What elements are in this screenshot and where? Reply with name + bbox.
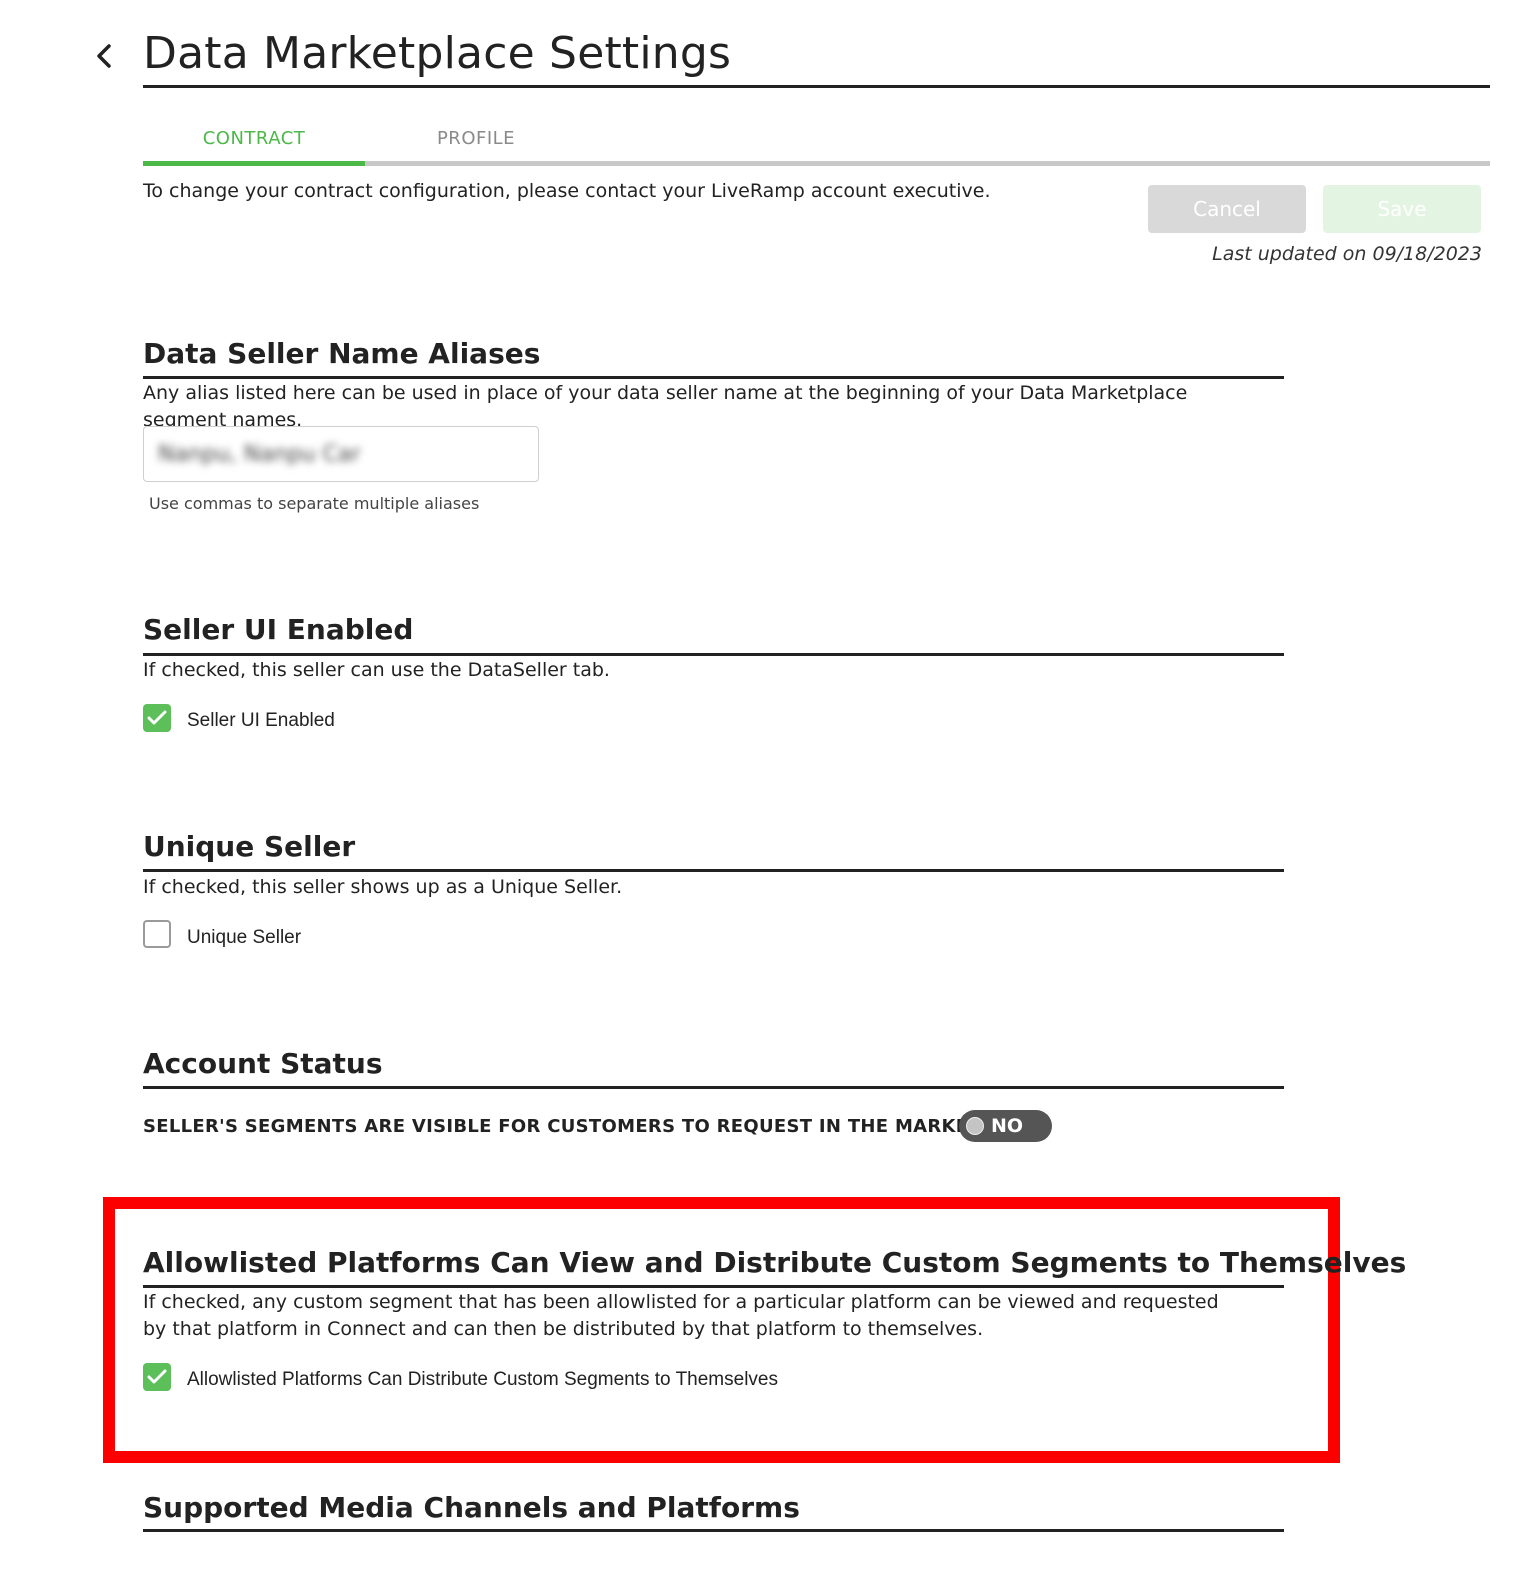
segments-visibility-label: SELLER'S SEGMENTS ARE VISIBLE FOR CUSTOM… bbox=[143, 1116, 1047, 1137]
seller-ui-section-divider bbox=[143, 653, 1284, 656]
unique-seller-checkbox[interactable] bbox=[143, 920, 171, 948]
unique-seller-description: If checked, this seller shows up as a Un… bbox=[143, 876, 623, 898]
contract-note: To change your contract configuration, p… bbox=[143, 180, 991, 202]
allowlisted-section-divider bbox=[143, 1285, 1284, 1288]
allowlisted-section-title: Allowlisted Platforms Can View and Distr… bbox=[143, 1246, 1407, 1279]
seller-ui-section-title: Seller UI Enabled bbox=[143, 613, 414, 646]
allowlisted-checkbox[interactable] bbox=[143, 1363, 171, 1391]
checkmark-icon bbox=[147, 710, 167, 725]
aliases-hint: Use commas to separate multiple aliases bbox=[149, 494, 480, 513]
media-channels-section-title: Supported Media Channels and Platforms bbox=[143, 1491, 800, 1524]
aliases-section-divider bbox=[143, 376, 1284, 379]
toggle-state-text: NO bbox=[991, 1115, 1024, 1137]
page-title: Data Marketplace Settings bbox=[143, 28, 732, 79]
back-button[interactable] bbox=[88, 36, 120, 76]
account-status-section-divider bbox=[143, 1086, 1284, 1089]
toggle-knob bbox=[966, 1117, 984, 1135]
segments-visibility-toggle[interactable]: NO bbox=[959, 1110, 1052, 1142]
last-updated-text: Last updated on 09/18/2023 bbox=[1212, 243, 1482, 265]
checkmark-icon bbox=[147, 1369, 167, 1384]
seller-ui-description: If checked, this seller can use the Data… bbox=[143, 659, 610, 681]
aliases-input[interactable]: Nanpu, Nanpu Car bbox=[143, 426, 539, 482]
aliases-input-value: Nanpu, Nanpu Car bbox=[158, 441, 361, 467]
cancel-button[interactable]: Cancel bbox=[1148, 185, 1306, 233]
seller-ui-checkbox-label[interactable]: Seller UI Enabled bbox=[187, 710, 335, 732]
unique-seller-checkbox-label[interactable]: Unique Seller bbox=[187, 927, 301, 949]
save-button[interactable]: Save bbox=[1323, 185, 1481, 233]
aliases-section-title: Data Seller Name Aliases bbox=[143, 337, 541, 370]
seller-ui-checkbox[interactable] bbox=[143, 704, 171, 732]
media-channels-section-divider bbox=[143, 1529, 1284, 1532]
account-status-section-title: Account Status bbox=[143, 1047, 383, 1080]
settings-tabs: CONTRACT PROFILE bbox=[143, 112, 1490, 167]
unique-seller-section-title: Unique Seller bbox=[143, 830, 356, 863]
tab-profile[interactable]: PROFILE bbox=[365, 112, 587, 164]
tab-contract[interactable]: CONTRACT bbox=[143, 112, 365, 164]
allowlisted-checkbox-label[interactable]: Allowlisted Platforms Can Distribute Cus… bbox=[187, 1369, 778, 1391]
unique-seller-section-divider bbox=[143, 869, 1284, 872]
title-divider bbox=[143, 85, 1490, 88]
allowlisted-description: If checked, any custom segment that has … bbox=[143, 1291, 1219, 1340]
chevron-left-icon bbox=[97, 44, 111, 68]
